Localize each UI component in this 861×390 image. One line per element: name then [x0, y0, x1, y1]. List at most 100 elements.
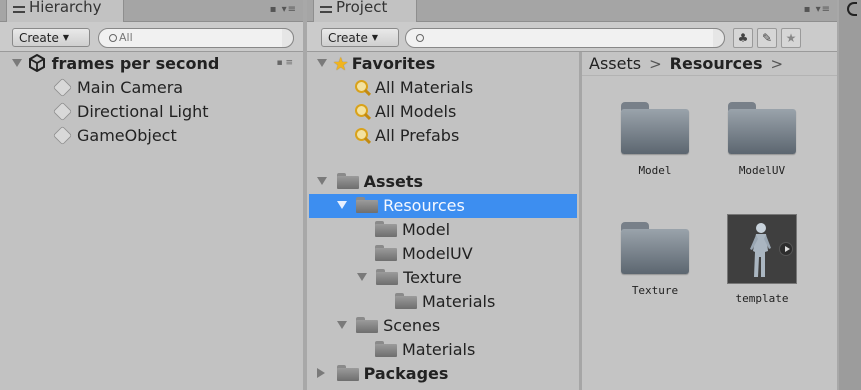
asset-tile-label: template [735, 292, 789, 305]
expand-arrow-icon[interactable] [317, 59, 327, 67]
breadcrumb-assets[interactable]: Assets [589, 54, 641, 73]
expand-arrow-icon[interactable] [12, 59, 22, 67]
folder-icon [336, 365, 359, 381]
collapse-arrow-icon[interactable] [317, 368, 325, 378]
tree-item-label: Scenes [383, 316, 441, 335]
asset-tile-template[interactable]: template [713, 214, 811, 305]
search-filter-icon [355, 104, 371, 120]
tree-item-label: Resources [383, 196, 465, 215]
hierarchy-item-directional-light[interactable]: Directional Light [52, 101, 209, 125]
breadcrumb-resources[interactable]: Resources [670, 54, 763, 73]
gameobject-cube-icon [52, 125, 73, 146]
expand-arrow-icon[interactable] [317, 177, 327, 185]
expand-arrow-icon[interactable] [337, 321, 347, 329]
folder-icon [356, 197, 379, 213]
hierarchy-toolbar: Create ▼ All [0, 22, 303, 52]
tree-item-texture[interactable]: Texture [357, 267, 462, 291]
project-search-input[interactable] [405, 28, 725, 48]
list-icon [320, 6, 332, 13]
search-by-label-icon[interactable]: ✎ [757, 28, 777, 48]
tree-item-label: Packages [363, 364, 449, 383]
star-icon: ★ [332, 54, 349, 75]
create-button[interactable]: Create ▼ [321, 28, 399, 47]
tree-item-label: All Models [375, 102, 457, 121]
tree-item-label: All Prefabs [375, 126, 460, 145]
tree-item-scenes-materials[interactable]: Materials [375, 339, 475, 363]
search-icon [109, 34, 117, 42]
folder-icon [336, 173, 359, 189]
tree-item-label: Favorites [351, 54, 436, 73]
tree-item-all-models[interactable]: All Models [355, 101, 456, 125]
dropdown-arrow-icon: ▼ [371, 33, 379, 42]
asset-tile-modeluv[interactable]: ModelUV [713, 102, 811, 177]
dropdown-arrow-icon: ▼ [62, 33, 70, 42]
search-by-type-icon[interactable]: ♣ [733, 28, 753, 48]
folder-icon [728, 102, 796, 154]
search-icon [416, 34, 424, 42]
search-filter-icon [355, 128, 371, 144]
expand-arrow-icon[interactable] [357, 273, 367, 281]
search-filter-icon [355, 80, 371, 96]
folder-icon [375, 245, 397, 261]
search-cancel-cap[interactable] [282, 28, 294, 48]
tab-project[interactable]: Project [313, 0, 417, 22]
create-button[interactable]: Create ▼ [12, 28, 90, 47]
folder-icon [376, 269, 399, 285]
expand-asset-icon[interactable] [779, 242, 793, 256]
scene-view-edge [839, 0, 861, 390]
tab-hierarchy[interactable]: Hierarchy [6, 0, 124, 22]
folder-icon [356, 317, 379, 333]
breadcrumb-separator-icon: > [770, 55, 784, 73]
expand-arrow-icon[interactable] [337, 201, 347, 209]
create-button-label: Create [19, 31, 59, 45]
tree-item-favorites[interactable]: ★ Favorites [317, 53, 435, 77]
tree-item-all-prefabs[interactable]: All Prefabs [355, 125, 459, 149]
tree-item-packages[interactable]: Packages [317, 363, 448, 387]
tree-item-label: All Materials [375, 78, 474, 97]
create-button-label: Create [328, 31, 368, 45]
breadcrumb-separator-icon: > [649, 55, 662, 73]
tree-item-modeluv[interactable]: ModelUV [375, 243, 473, 267]
project-tabbar: Project ▪ ▾≡ [307, 0, 837, 22]
tree-item-scenes[interactable]: Scenes [337, 315, 440, 339]
search-cancel-cap[interactable] [713, 28, 725, 48]
breadcrumb: Assets > Resources > [582, 52, 837, 76]
asset-tile-texture[interactable]: Texture [606, 222, 704, 297]
search-placeholder: All [119, 31, 133, 44]
panel-menu-icon[interactable]: ▪ ▾≡ [804, 4, 831, 15]
scene-row[interactable]: frames per second [12, 53, 219, 77]
tree-item-assets[interactable]: Assets [317, 171, 423, 195]
tree-item-label: Texture [403, 268, 462, 287]
favorites-star-icon[interactable]: ★ [781, 28, 801, 48]
tree-item-texture-materials[interactable]: Materials [395, 291, 495, 315]
tree-item-all-materials[interactable]: All Materials [355, 77, 473, 101]
tab-project-label: Project [336, 0, 388, 16]
asset-tile-model[interactable]: Model [606, 102, 704, 177]
unity-scene-icon [28, 54, 46, 72]
hierarchy-tabbar: Hierarchy ▪ ▾≡ [0, 0, 303, 22]
hierarchy-item-main-camera[interactable]: Main Camera [52, 77, 184, 101]
hierarchy-item-label: Main Camera [77, 78, 184, 97]
folder-icon [621, 222, 689, 274]
tree-item-model[interactable]: Model [375, 219, 450, 243]
folder-icon [375, 341, 397, 357]
tree-item-label: Model [402, 220, 451, 239]
panel-menu-icon[interactable]: ▪ ▾≡ [270, 4, 297, 15]
tree-item-resources[interactable]: Resources [337, 195, 465, 219]
gameobject-cube-icon [52, 101, 73, 122]
tree-item-label: Materials [422, 292, 496, 311]
tab-hierarchy-label: Hierarchy [29, 0, 102, 16]
list-icon [13, 6, 25, 13]
tree-item-label: Materials [402, 340, 476, 359]
tree-item-label: Assets [363, 172, 424, 191]
hierarchy-search-input[interactable]: All [98, 28, 294, 48]
hierarchy-item-label: GameObject [77, 126, 177, 145]
project-panel: Project ▪ ▾≡ Create ▼ ♣ ✎ ★ ★ Favorites Al… [307, 0, 837, 390]
scene-menu-icon[interactable]: ▪ ≡ [276, 58, 293, 68]
asset-tile-label: Texture [631, 284, 679, 297]
asset-tile-label: Model [638, 164, 672, 177]
asset-tile-label: ModelUV [738, 164, 786, 177]
project-toolbar: Create ▼ ♣ ✎ ★ [307, 22, 837, 52]
folder-icon [621, 102, 689, 154]
hierarchy-item-gameobject[interactable]: GameObject [52, 125, 177, 149]
